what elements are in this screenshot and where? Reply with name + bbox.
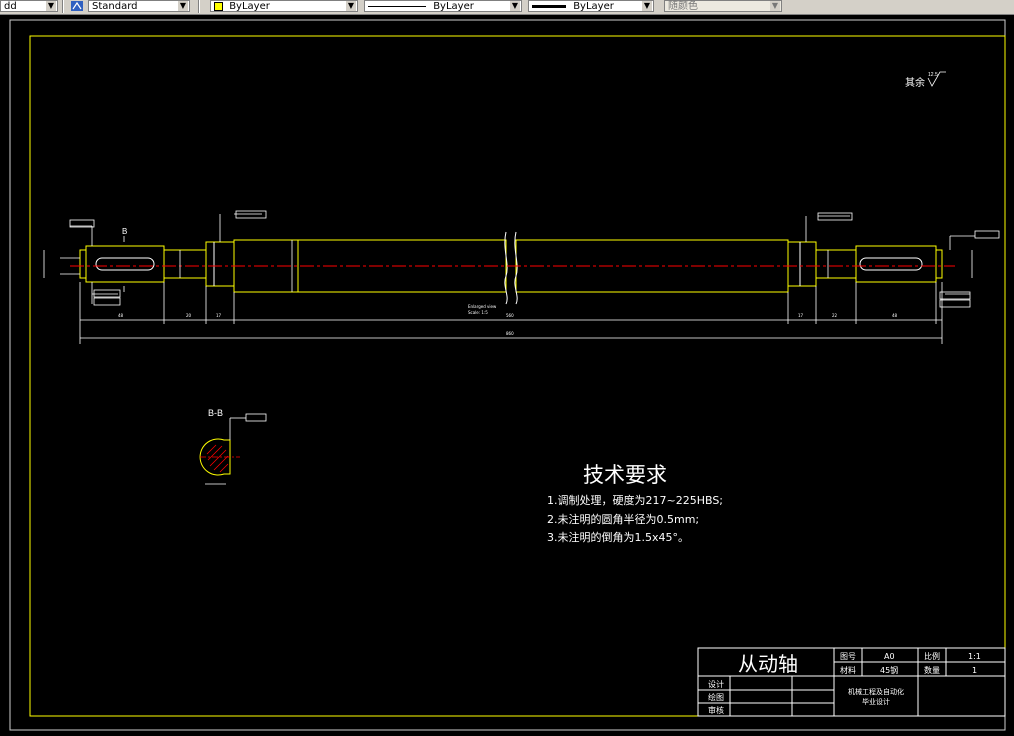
chevron-down-icon[interactable]: ▼ (642, 1, 652, 11)
color-value: ByLayer (229, 1, 270, 12)
shaft-right-journal (815, 249, 857, 279)
shaft-right-end (935, 249, 943, 279)
dimstyle-combo[interactable]: dd ▼ (0, 0, 58, 12)
design-label: 设计 (708, 679, 724, 689)
plotstyle-combo[interactable]: 随颜色 ▼ (664, 0, 782, 12)
color-swatch (214, 1, 223, 11)
tolerance-frames (69, 210, 1000, 308)
review-label: 审核 (708, 705, 724, 715)
part-name: 从动轴 (738, 652, 798, 676)
dimension-lines (43, 213, 975, 344)
right-keyway (859, 257, 923, 271)
dimstyle-value: dd (4, 1, 17, 12)
lineweight-preview (532, 4, 566, 8)
svg-text:17: 17 (216, 313, 222, 318)
roughness-value: 12.5 (928, 72, 938, 78)
properties-toolbar: dd ▼ Standard ▼ ByLayer ▼ ByLayer ▼ ByLa… (0, 0, 1014, 15)
school-line-2: 毕业设计 (862, 697, 890, 706)
enlarged-note-2: Scale: 1:5 (468, 310, 488, 315)
roughness-label: 其余 (905, 76, 925, 89)
shaft-right-keyseat-section (855, 245, 937, 283)
plotstyle-value: 随颜色 (668, 1, 698, 12)
text-style-value: Standard (92, 1, 138, 12)
drawing-no-label: 图号 (840, 652, 856, 661)
left-keyway (95, 257, 155, 271)
chevron-down-icon[interactable]: ▼ (178, 1, 188, 11)
text-style-icon[interactable] (70, 0, 84, 12)
tech-title: 技术要求 (583, 463, 667, 487)
linetype-value: ByLayer (433, 1, 474, 12)
material-label: 材料 (840, 665, 856, 675)
sheet-outer-frame (9, 19, 1006, 731)
shaft-left-bearing-seat (205, 241, 235, 287)
chevron-down-icon[interactable]: ▼ (346, 1, 356, 11)
svg-text:48: 48 (118, 313, 124, 318)
drawing-border (29, 35, 1006, 717)
scale-value: 1:1 (968, 652, 981, 661)
toolbar-separator (62, 0, 64, 13)
linetype-combo[interactable]: ByLayer ▼ (364, 0, 522, 12)
lineweight-combo[interactable]: ByLayer ▼ (528, 0, 654, 12)
svg-text:20: 20 (186, 313, 192, 318)
chevron-down-icon[interactable]: ▼ (46, 1, 56, 11)
chevron-down-icon[interactable]: ▼ (510, 1, 520, 11)
school-line-1: 机械工程及自动化 (848, 687, 904, 696)
color-combo[interactable]: ByLayer ▼ (210, 0, 358, 12)
lineweight-value: ByLayer (573, 1, 614, 12)
tech-item-2: 2.未注明的圆角半径为0.5mm; (547, 512, 699, 526)
text-style-combo[interactable]: Standard ▼ (88, 0, 190, 12)
qty-label: 数量 (924, 665, 940, 675)
svg-text:860: 860 (506, 331, 514, 336)
section-title: B-B (208, 408, 223, 418)
svg-text:17: 17 (798, 313, 804, 318)
shaft-left-journal (163, 249, 207, 279)
chevron-down-icon[interactable]: ▼ (770, 1, 780, 11)
svg-text:48: 48 (892, 313, 898, 318)
svg-text:560: 560 (506, 313, 514, 318)
tech-item-1: 1.调制处理，硬度为217~225HBS; (547, 493, 723, 507)
linetype-preview (368, 5, 426, 7)
drawing-no-value: A0 (884, 652, 895, 661)
dimension-texts: 48 20 17 17 22 48 560 860 (118, 313, 898, 336)
material-value: 45钢 (880, 665, 898, 675)
break-lines (504, 231, 518, 305)
section-marker-label: B (122, 227, 127, 236)
section-bb-view (199, 413, 267, 485)
tech-item-3: 3.未注明的倒角为1.5x45°。 (547, 530, 689, 544)
draw-label: 绘图 (708, 692, 724, 702)
svg-text:22: 22 (832, 313, 838, 318)
qty-value: 1 (972, 666, 977, 675)
shaft-left-end (79, 249, 87, 279)
drawing-canvas[interactable]: 48 20 17 17 22 48 560 860 B Enlarged vie… (0, 14, 1014, 736)
shaft-right-bearing-seat (787, 241, 817, 287)
toolbar-separator (198, 0, 200, 13)
shaft-left-keyseat-section (85, 245, 165, 283)
enlarged-note-1: Enlarged view (468, 304, 497, 309)
scale-label: 比例 (924, 651, 940, 661)
